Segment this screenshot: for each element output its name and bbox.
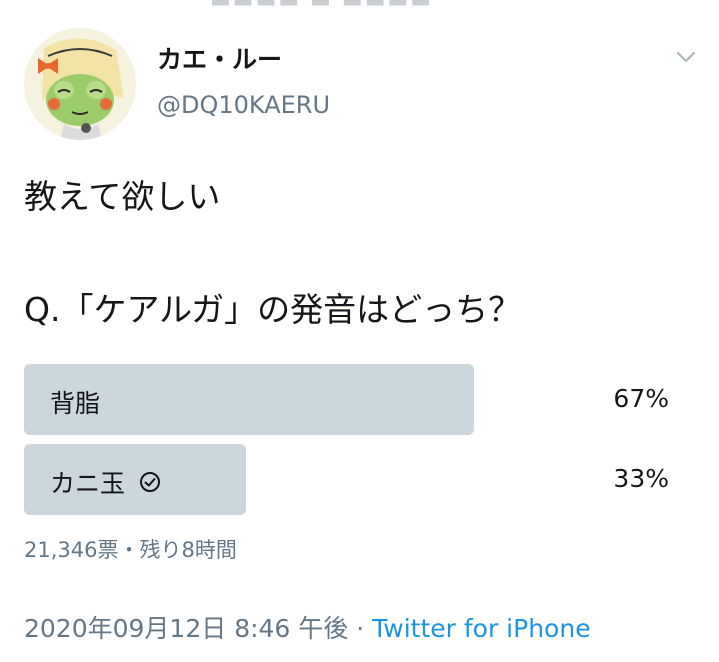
frog-avatar-icon (24, 28, 136, 140)
avatar[interactable] (24, 28, 136, 140)
display-name[interactable]: カエ・ルー (157, 40, 282, 76)
timestamp-separator: · (348, 614, 373, 643)
previous-tweet-cutoff: ▬▬▬▬ ▬ ▬▬▬▬ (210, 0, 510, 6)
poll-option-1[interactable]: 背脂 67% (24, 364, 696, 435)
tweet-text-line-1: 教えて欲しい (24, 177, 221, 216)
poll-option-text-2: カニ玉 (50, 469, 126, 498)
poll-meta: 21,346票・残り8時間 (24, 538, 237, 562)
check-circle-icon (139, 471, 161, 493)
tweet-text-line-2: Q.「ケアルガ」の発音はどっち？ (24, 290, 522, 329)
chevron-down-icon[interactable] (676, 50, 696, 64)
user-handle[interactable]: @DQ10KAERU (157, 91, 330, 119)
tweet-timestamp[interactable]: 2020年09月12日 8:46 午後 (24, 614, 348, 643)
poll-option-2[interactable]: カニ玉 33% (24, 444, 696, 515)
poll-option-label-2: カニ玉 (50, 464, 161, 500)
poll-percent-1: 67% (613, 384, 669, 413)
poll-option-label-1: 背脂 (50, 384, 100, 420)
tweet-source-link[interactable]: Twitter for iPhone (372, 614, 590, 643)
poll-percent-2: 33% (613, 464, 669, 493)
tweet-timestamp-line: 2020年09月12日 8:46 午後 · Twitter for iPhone (24, 609, 591, 645)
poll-option-text-1: 背脂 (50, 389, 101, 418)
